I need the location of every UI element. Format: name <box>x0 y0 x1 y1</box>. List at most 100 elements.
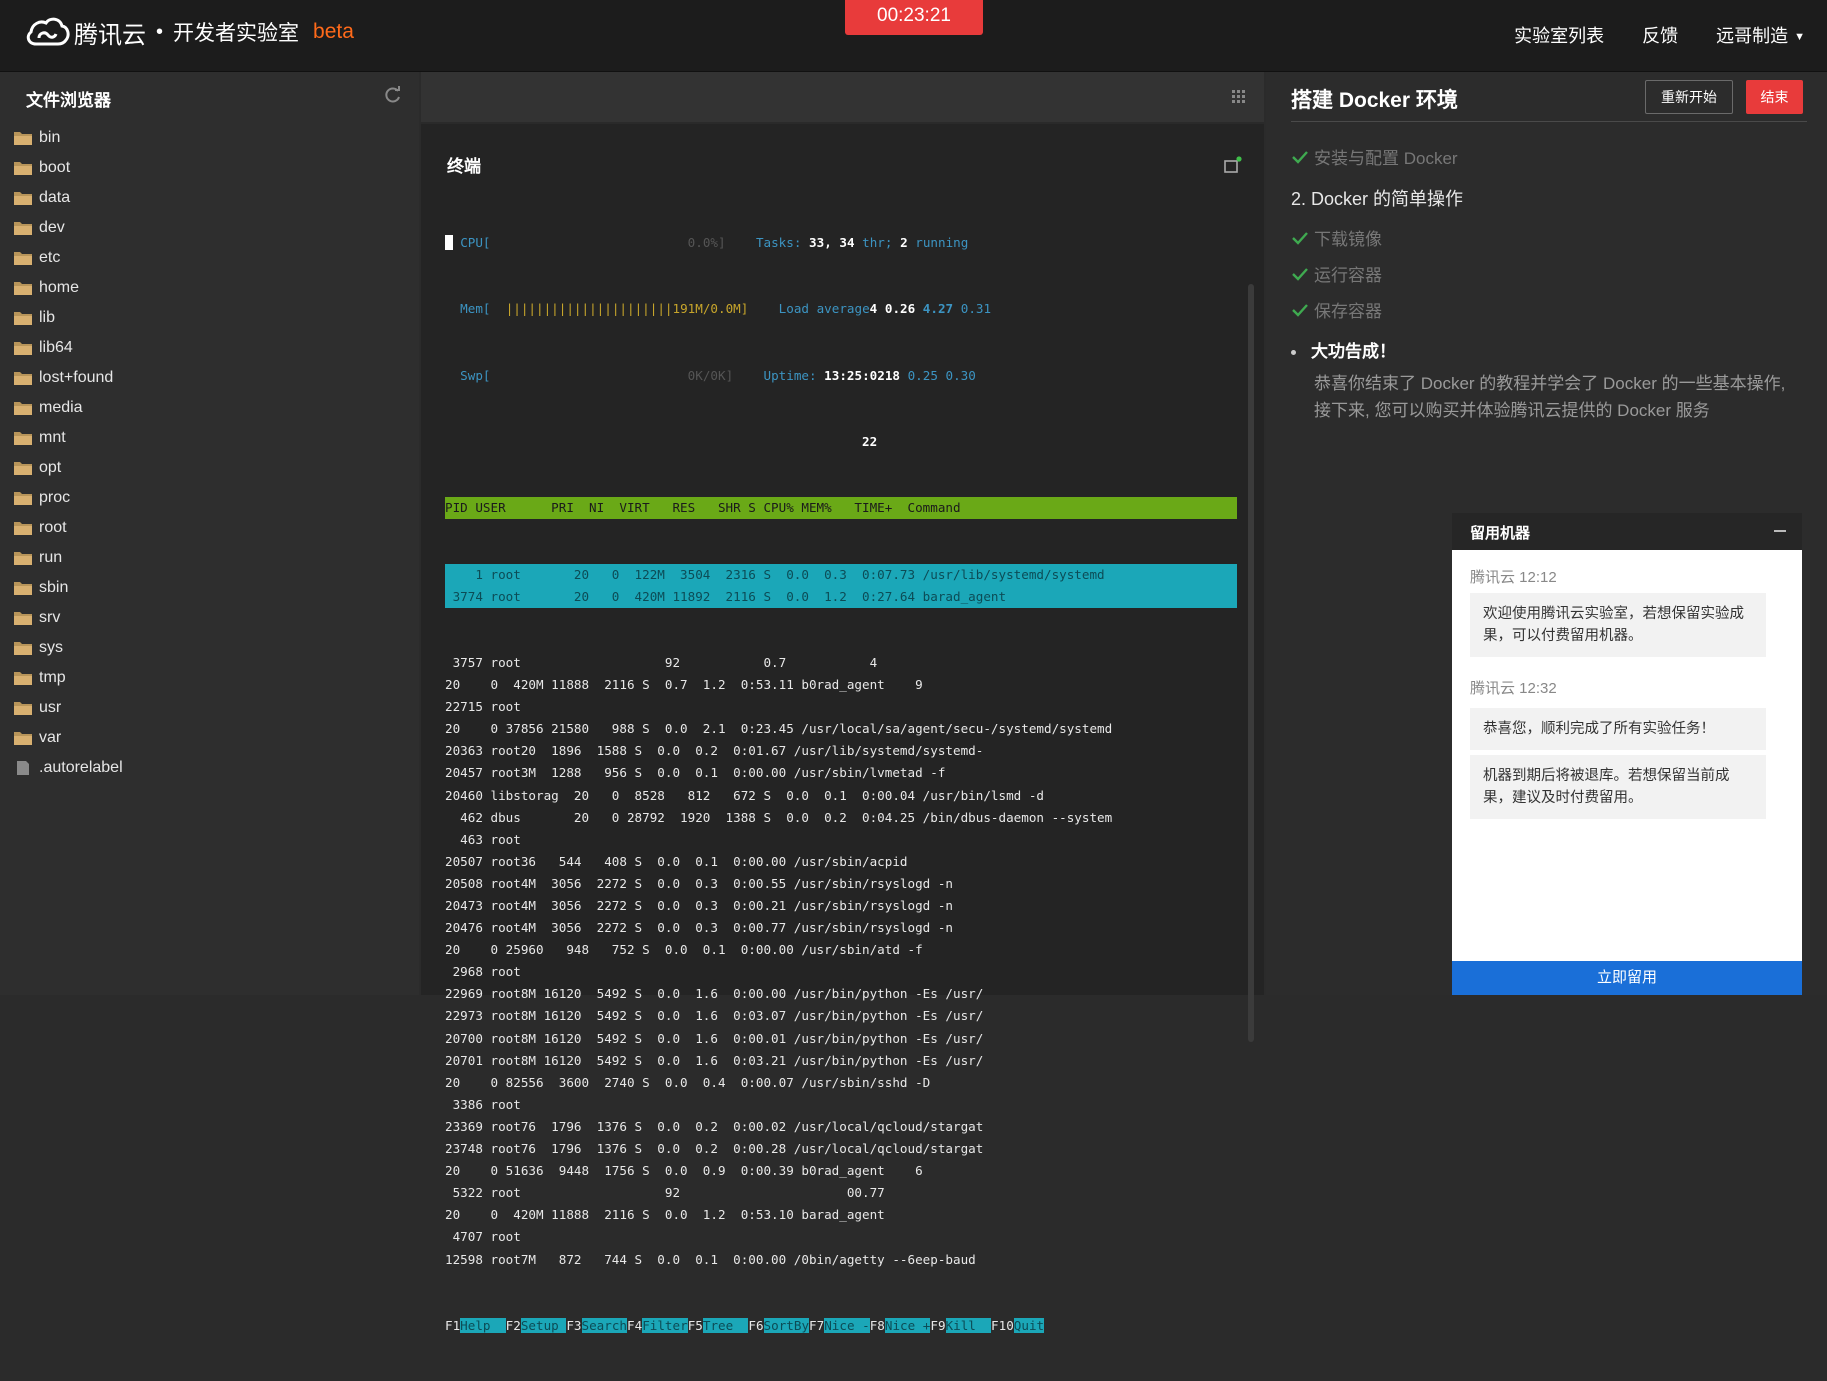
folder-item[interactable]: etc <box>14 243 123 273</box>
folder-item[interactable]: data <box>14 183 123 213</box>
user-name: 远哥制造 <box>1716 26 1789 46</box>
fkey-f5[interactable]: F5 <box>688 1318 703 1333</box>
nav-lab-list[interactable]: 实验室列表 <box>1514 22 1604 48</box>
fkey-f10[interactable]: F10 <box>991 1318 1014 1333</box>
grid-menu-icon[interactable] <box>1232 90 1246 104</box>
file-item[interactable]: .autorelabel <box>14 753 123 783</box>
terminal[interactable]: 终端 CPU[ 0.0%] Tasks: 33, 34 thr; 2 runni… <box>421 124 1264 1333</box>
folder-icon <box>14 552 32 565</box>
folder-icon <box>14 522 32 535</box>
folder-item[interactable]: srv <box>14 603 123 633</box>
item-label: data <box>39 189 71 206</box>
process-row: 22715 root <box>445 699 521 715</box>
folder-item[interactable]: tmp <box>14 663 123 693</box>
message-bubble: 欢迎使用腾讯云实验室，若想保留实验成果，可以付费留用机器。 <box>1470 593 1766 657</box>
folder-item[interactable]: dev <box>14 213 123 243</box>
end-button[interactable]: 结束 <box>1746 80 1803 114</box>
folder-item[interactable]: boot <box>14 153 123 183</box>
minimize-icon[interactable] <box>1774 530 1786 532</box>
folder-item[interactable]: sys <box>14 633 123 663</box>
item-label: etc <box>39 249 61 266</box>
folder-icon <box>14 372 32 385</box>
folder-item[interactable]: var <box>14 723 123 753</box>
folder-icon <box>14 492 32 505</box>
bullet-icon <box>1291 350 1296 356</box>
folder-item[interactable]: sbin <box>14 573 123 603</box>
item-label: lib64 <box>39 339 73 356</box>
chevron-down-icon: ▼ <box>1794 31 1805 44</box>
folder-item[interactable]: usr <box>14 693 123 723</box>
step-label: 安装与配置 Docker <box>1314 149 1458 168</box>
refresh-icon[interactable] <box>384 86 402 104</box>
item-label: opt <box>39 459 62 476</box>
item-label: lost+found <box>39 369 114 386</box>
logo[interactable]: 腾讯云 • 开发者实验室 beta <box>24 14 354 50</box>
htop-output: CPU[ 0.0%] Tasks: 33, 34 thr; 2 running … <box>445 188 1237 1381</box>
item-label: boot <box>39 159 71 176</box>
fkey-f4[interactable]: F4 <box>627 1318 642 1333</box>
step-completed[interactable]: 保存容器 <box>1292 297 1382 322</box>
fkey-f1[interactable]: F1 <box>445 1318 460 1333</box>
check-icon <box>1292 267 1308 281</box>
folder-item[interactable]: mnt <box>14 423 123 453</box>
process-header-row: PID USER PRI NI VIRT RES SHR S CPU% MEM%… <box>445 497 1237 520</box>
file-browser: 文件浏览器 bin boot data dev etc home lib lib64 lost+… <box>0 72 419 995</box>
fkey-f6[interactable]: F6 <box>748 1318 763 1333</box>
process-row: 20 0 82556 3600 2740 S 0.0 0.4 0:00.07 /… <box>445 1074 931 1090</box>
folder-item[interactable]: home <box>14 273 123 303</box>
item-label: home <box>39 279 80 296</box>
folder-icon <box>14 462 32 475</box>
item-label: usr <box>39 699 62 716</box>
fkey-f8[interactable]: F8 <box>870 1318 885 1333</box>
fkey-f7[interactable]: F7 <box>809 1318 824 1333</box>
folder-item[interactable]: lib <box>14 303 123 333</box>
process-row: 20 0 420M 11888 2116 S 0.7 1.2 0:53.11 b… <box>445 677 923 693</box>
process-row: 4707 root <box>445 1229 521 1245</box>
process-row: 20457 root3M 1288 956 S 0.0 0.1 0:00.00 … <box>445 765 946 781</box>
process-row: 463 root <box>445 831 521 847</box>
retain-now-button[interactable]: 立即留用 <box>1452 961 1802 995</box>
retain-machine-panel: 留用机器 腾讯云 12:12 欢迎使用腾讯云实验室，若想保留实验成果，可以付费留… <box>1452 513 1802 995</box>
nav-user-menu[interactable]: 远哥制造 ▼ <box>1716 22 1805 48</box>
folder-item[interactable]: lost+found <box>14 363 123 393</box>
restart-button[interactable]: 重新开始 <box>1645 80 1733 114</box>
folder-icon <box>14 672 32 685</box>
folder-item[interactable]: root <box>14 513 123 543</box>
current-step: 大功告成！ <box>1291 337 1396 362</box>
folder-icon <box>14 192 32 205</box>
current-step-label: 大功告成！ <box>1311 342 1396 361</box>
folder-item[interactable]: bin <box>14 123 123 153</box>
session-timer: 00:23:21 <box>845 0 983 35</box>
nav-feedback[interactable]: 反馈 <box>1642 22 1678 48</box>
message-bubble: 恭喜您，顺利完成了所有实验任务！ <box>1470 708 1766 750</box>
check-icon <box>1292 231 1308 245</box>
step-completed[interactable]: 下载镜像 <box>1292 225 1382 250</box>
process-row: 20700 root8M 16120 5492 S 0.0 1.6 0:00.0… <box>445 1030 984 1046</box>
step-completed[interactable]: 运行容器 <box>1292 261 1382 286</box>
item-label: dev <box>39 219 65 236</box>
process-row: 3386 root <box>445 1096 521 1112</box>
process-row: 20 0 51636 9448 1756 S 0.0 0.9 0:00.39 b… <box>445 1163 923 1179</box>
folder-icon <box>14 402 32 415</box>
fkey-f9[interactable]: F9 <box>930 1318 945 1333</box>
fkey-label: SortBy <box>763 1317 810 1333</box>
folder-item[interactable]: run <box>14 543 123 573</box>
mem-meter: Mem[ ||||||||||||||||||||||191M/0.0M] Lo… <box>460 301 992 317</box>
new-window-icon[interactable] <box>1224 156 1242 174</box>
message-meta: 腾讯云 12:32 <box>1470 680 1557 697</box>
fkey-f2[interactable]: F2 <box>506 1318 521 1333</box>
folder-item[interactable]: proc <box>14 483 123 513</box>
check-icon <box>1292 303 1308 317</box>
step-completed[interactable]: 安装与配置 Docker <box>1292 144 1458 169</box>
fkey-label: Kill <box>945 1317 992 1333</box>
process-row: 20363 root20 1896 1588 S 0.0 0.2 0:01.67… <box>445 743 984 759</box>
folder-item[interactable]: lib64 <box>14 333 123 363</box>
fkey-f3[interactable]: F3 <box>566 1318 581 1333</box>
folder-icon <box>14 222 32 235</box>
folder-icon <box>14 732 32 745</box>
folder-item[interactable]: media <box>14 393 123 423</box>
terminal-scrollbar[interactable] <box>1248 284 1254 1042</box>
file-icon <box>17 761 29 775</box>
item-label: proc <box>39 489 71 506</box>
folder-item[interactable]: opt <box>14 453 123 483</box>
